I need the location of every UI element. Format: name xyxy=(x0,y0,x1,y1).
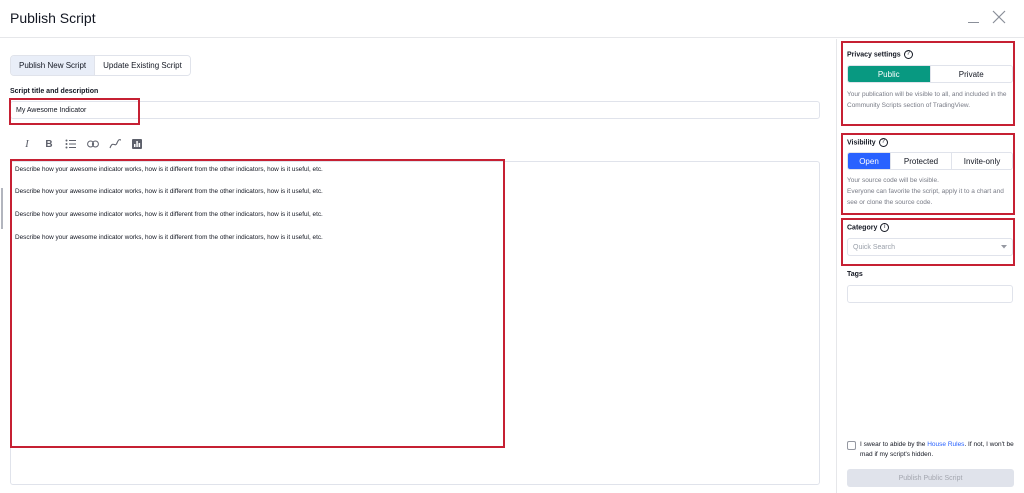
description-editor[interactable]: Describe how your awesome indicator work… xyxy=(10,161,820,485)
help-icon[interactable]: ? xyxy=(878,138,888,147)
privacy-settings-label: Privacy settings? xyxy=(847,50,913,59)
category-search-input[interactable]: Quick Search xyxy=(847,238,1013,256)
house-rules-checkbox[interactable] xyxy=(847,441,856,450)
visibility-option-open[interactable]: Open xyxy=(848,153,890,169)
visibility-toggle: Open Protected Invite-only xyxy=(847,152,1013,170)
tags-label: Tags xyxy=(847,271,863,278)
publish-button[interactable]: Publish Public Script xyxy=(847,469,1014,487)
house-rules-link[interactable]: House Rules xyxy=(927,441,964,448)
tags-input[interactable] xyxy=(847,285,1013,303)
house-rules-agreement: I swear to abide by the House Rules. If … xyxy=(860,440,1018,460)
publish-mode-tabs: Publish New Script Update Existing Scrip… xyxy=(10,55,191,76)
list-icon[interactable] xyxy=(60,136,82,152)
privacy-option-public[interactable]: Public xyxy=(848,66,930,82)
category-label: Category i xyxy=(847,223,890,232)
description-line: Describe how your awesome indicator work… xyxy=(15,234,323,241)
privacy-option-private[interactable]: Private xyxy=(929,66,1012,82)
privacy-description: Your publication will be visible to all,… xyxy=(847,91,1007,109)
category-placeholder: Quick Search xyxy=(853,243,896,251)
script-title-value: My Awesome Indicator xyxy=(16,106,87,114)
visibility-label: Visibility? xyxy=(847,138,888,147)
resize-handle[interactable] xyxy=(1,188,3,229)
visibility-description-line: Everyone can favorite the script, apply … xyxy=(847,188,1004,206)
chart-line-icon[interactable] xyxy=(104,136,126,152)
agreement-text: I swear to abide by the xyxy=(860,441,928,448)
title-bar: Publish Script xyxy=(0,0,1024,38)
chart-bars-icon[interactable] xyxy=(126,136,148,152)
visibility-description-line: Your source code will be visible. xyxy=(847,177,939,184)
script-title-label: Script title and description xyxy=(10,88,99,95)
link-icon[interactable] xyxy=(82,136,104,152)
bold-icon[interactable]: B xyxy=(38,136,60,152)
visibility-option-protected[interactable]: Protected xyxy=(890,153,951,169)
main-panel: Publish New Script Update Existing Scrip… xyxy=(0,39,836,493)
description-line: Describe how your awesome indicator work… xyxy=(15,211,323,218)
tab-update-existing-script[interactable]: Update Existing Script xyxy=(94,56,190,75)
italic-icon[interactable]: I xyxy=(16,136,38,152)
chevron-down-icon[interactable] xyxy=(1001,245,1007,249)
editor-toolbar: I B xyxy=(16,136,148,152)
description-line: Describe how your awesome indicator work… xyxy=(15,166,323,173)
description-line: Describe how your awesome indicator work… xyxy=(15,188,323,195)
visibility-description: Your source code will be visible. Everyo… xyxy=(847,175,1015,208)
info-icon[interactable]: i xyxy=(880,223,890,232)
minimize-icon[interactable] xyxy=(965,8,983,26)
script-title-input[interactable]: My Awesome Indicator xyxy=(10,101,820,119)
tab-publish-new-script[interactable]: Publish New Script xyxy=(11,56,95,75)
help-icon[interactable]: ? xyxy=(903,50,913,59)
visibility-option-invite-only[interactable]: Invite-only xyxy=(951,153,1012,169)
close-icon[interactable] xyxy=(990,8,1008,26)
window-title: Publish Script xyxy=(10,10,96,26)
privacy-toggle: Public Private xyxy=(847,65,1013,83)
